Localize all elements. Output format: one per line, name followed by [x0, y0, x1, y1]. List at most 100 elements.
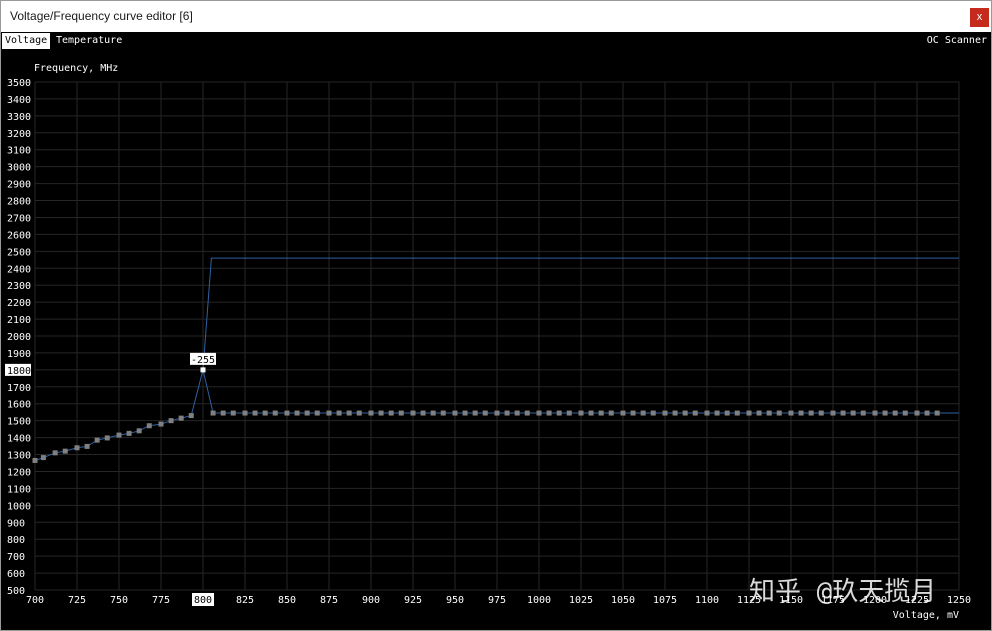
- curve-point[interactable]: [556, 410, 562, 416]
- curve-point[interactable]: [788, 410, 794, 416]
- y-tick-label: 3500: [7, 78, 31, 89]
- curve-point[interactable]: [588, 410, 594, 416]
- curve-point[interactable]: [230, 410, 236, 416]
- curve-point[interactable]: [598, 410, 604, 416]
- curve-point[interactable]: [472, 410, 478, 416]
- curve-point[interactable]: [146, 423, 152, 429]
- curve-point[interactable]: [242, 410, 248, 416]
- tab-voltage[interactable]: Voltage: [2, 33, 51, 49]
- curve-point[interactable]: [704, 410, 710, 416]
- curve-point[interactable]: [640, 410, 646, 416]
- curve-point[interactable]: [40, 455, 46, 461]
- curve-point[interactable]: [578, 410, 584, 416]
- curve-point[interactable]: [84, 443, 90, 449]
- curve-point[interactable]: [536, 410, 542, 416]
- curve-point[interactable]: [482, 410, 488, 416]
- curve-point[interactable]: [462, 410, 468, 416]
- curve-point[interactable]: [440, 410, 446, 416]
- curve-point[interactable]: [158, 421, 164, 427]
- curve-point[interactable]: [714, 410, 720, 416]
- curve-point[interactable]: [546, 410, 552, 416]
- curve-point[interactable]: [136, 428, 142, 434]
- curve-point[interactable]: [168, 418, 174, 424]
- curve-point[interactable]: [32, 457, 38, 463]
- curve-point[interactable]: [116, 432, 122, 438]
- y-tick-label: 1800: [7, 366, 31, 377]
- curve-point[interactable]: [388, 410, 394, 416]
- curve-point[interactable]: [892, 410, 898, 416]
- y-tick-label: 1900: [7, 349, 31, 360]
- curve-point[interactable]: [252, 410, 258, 416]
- curve-point[interactable]: [902, 410, 908, 416]
- curve-point[interactable]: [682, 410, 688, 416]
- curve-point[interactable]: [872, 410, 878, 416]
- curve-point[interactable]: [840, 410, 846, 416]
- curve-point[interactable]: [74, 445, 80, 451]
- curve-point[interactable]: [294, 410, 300, 416]
- curve-point[interactable]: [284, 410, 290, 416]
- curve-point[interactable]: [336, 410, 342, 416]
- curve-point[interactable]: [410, 410, 416, 416]
- curve-point[interactable]: [420, 410, 426, 416]
- curve-point[interactable]: [272, 410, 278, 416]
- y-tick-label: 2400: [7, 264, 31, 275]
- curve-point[interactable]: [756, 410, 762, 416]
- curve-point[interactable]: [798, 410, 804, 416]
- curve-point[interactable]: [914, 410, 920, 416]
- curve-point[interactable]: [398, 410, 404, 416]
- title-bar[interactable]: Voltage/Frequency curve editor [6] x: [1, 1, 991, 32]
- curve-point[interactable]: [346, 410, 352, 416]
- curve-point[interactable]: [830, 410, 836, 416]
- curve-point[interactable]: [220, 410, 226, 416]
- curve-point[interactable]: [524, 410, 530, 416]
- curve-point[interactable]: [514, 410, 520, 416]
- curve-point[interactable]: [378, 410, 384, 416]
- curve-point[interactable]: [924, 410, 930, 416]
- curve-point[interactable]: [304, 410, 310, 416]
- y-tick-label: 3000: [7, 163, 31, 174]
- curve-point[interactable]: [94, 437, 100, 443]
- curve-point[interactable]: [452, 410, 458, 416]
- y-tick-label: 2200: [7, 298, 31, 309]
- curve-point[interactable]: [808, 410, 814, 416]
- curve-point[interactable]: [326, 410, 332, 416]
- curve-point[interactable]: [210, 410, 216, 416]
- curve-point[interactable]: [860, 410, 866, 416]
- curve-point[interactable]: [934, 410, 940, 416]
- selected-curve-point[interactable]: [200, 367, 206, 373]
- curve-point[interactable]: [672, 410, 678, 416]
- curve-point[interactable]: [566, 410, 572, 416]
- curve-point[interactable]: [818, 410, 824, 416]
- curve-point[interactable]: [662, 410, 668, 416]
- curve-point[interactable]: [850, 410, 856, 416]
- curve-point[interactable]: [724, 410, 730, 416]
- curve-point[interactable]: [494, 410, 500, 416]
- curve-point[interactable]: [746, 410, 752, 416]
- curve-point[interactable]: [368, 410, 374, 416]
- curve-point[interactable]: [104, 435, 110, 441]
- curve-point[interactable]: [356, 410, 362, 416]
- vf-curve-chart[interactable]: 500 600 700 800 900 1000 1100 1200 1300 1400 1500 1…: [1, 50, 991, 630]
- curve-point[interactable]: [734, 410, 740, 416]
- curve-point[interactable]: [630, 410, 636, 416]
- curve-point[interactable]: [882, 410, 888, 416]
- curve-point[interactable]: [692, 410, 698, 416]
- curve-point[interactable]: [504, 410, 510, 416]
- curve-point[interactable]: [52, 450, 58, 456]
- curve-point[interactable]: [126, 430, 132, 436]
- curve-point[interactable]: [766, 410, 772, 416]
- curve-point[interactable]: [608, 410, 614, 416]
- oc-scanner-button[interactable]: OC Scanner: [927, 33, 987, 49]
- y-tick-label: 2900: [7, 180, 31, 191]
- tab-temperature[interactable]: Temperature: [53, 33, 125, 49]
- curve-point[interactable]: [178, 415, 184, 421]
- curve-point[interactable]: [188, 413, 194, 419]
- curve-point[interactable]: [314, 410, 320, 416]
- curve-point[interactable]: [430, 410, 436, 416]
- curve-point[interactable]: [776, 410, 782, 416]
- curve-point[interactable]: [262, 410, 268, 416]
- curve-point[interactable]: [62, 448, 68, 454]
- close-button[interactable]: x: [970, 8, 989, 27]
- curve-point[interactable]: [620, 410, 626, 416]
- curve-point[interactable]: [650, 410, 656, 416]
